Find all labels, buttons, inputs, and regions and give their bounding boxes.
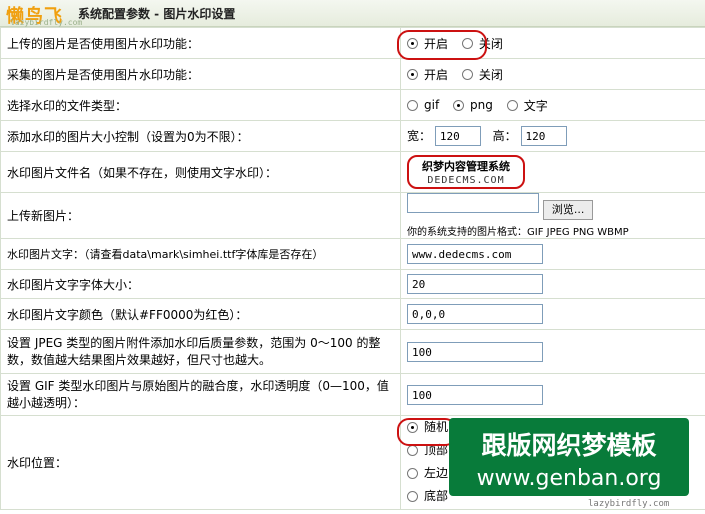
radio-unchecked-icon (407, 467, 418, 479)
row-label: 上传新图片： (0, 192, 401, 239)
radio-type-gif[interactable]: gif (407, 98, 439, 112)
watermark-line1: 跟版网织梦模板 (481, 431, 657, 460)
radio-type-png[interactable]: png (453, 98, 493, 112)
radio-unchecked-icon (506, 99, 518, 111)
row-enable-watermark: 上传的图片是否使用图片水印功能： 开启 关闭 (0, 27, 705, 59)
radio-enable-off[interactable]: 关闭 (461, 35, 503, 52)
watermark-text-input[interactable]: www.dedecms.com (407, 244, 543, 264)
radio-unchecked-icon (461, 37, 473, 49)
row-label: 采集的图片是否使用图片水印功能： (0, 58, 401, 90)
row-label: 水印图片文件名（如果不存在，则使用文字水印）： (0, 151, 401, 193)
row-gif-transparency: 设置 GIF 类型水印图片与原始图片的融合度，水印透明度（0—100，值越小越透… (0, 373, 705, 416)
row-label: 设置 GIF 类型水印图片与原始图片的融合度，水印透明度（0—100，值越小越透… (0, 373, 401, 416)
radio-enable-on[interactable]: 开启 (407, 35, 448, 52)
watermark-preview-image: 织梦内容管理系统 DEDECMS.COM (407, 155, 525, 189)
row-collect-watermark: 采集的图片是否使用图片水印功能： 开启 关闭 (0, 58, 705, 90)
preview-line2: DEDECMS.COM (427, 175, 505, 186)
watermark-sub: lazybirdfly.com (588, 499, 670, 509)
jpeg-quality-input[interactable]: 100 (407, 341, 543, 362)
row-label: 设置 JPEG 类型的图片附件添加水印后质量参数，范围为 0～100 的整数，数… (0, 329, 401, 374)
row-label: 水印图片文字字体大小： (0, 269, 401, 299)
row-upload: 上传新图片： 浏览... 你的系统支持的图片格式：GIF JPEG PNG WB… (0, 192, 705, 239)
row-jpeg-quality: 设置 JPEG 类型的图片附件添加水印后质量参数，范围为 0～100 的整数，数… (0, 329, 705, 374)
browse-button[interactable]: 浏览... (542, 200, 594, 220)
supported-formats: 你的系统支持的图片格式：GIF JPEG PNG WBMP (407, 227, 629, 238)
row-label: 上传的图片是否使用图片水印功能： (0, 27, 401, 59)
row-watermark-file: 水印图片文件名（如果不存在，则使用文字水印）： 织梦内容管理系统 DEDECMS… (0, 151, 705, 193)
radio-unchecked-icon (407, 444, 418, 456)
row-watermark-type: 选择水印的文件类型： gif png 文字 (0, 89, 705, 121)
radio-unchecked-icon (461, 68, 473, 80)
radio-position-left[interactable]: 左边 (407, 463, 448, 484)
radio-checked-icon (453, 99, 465, 111)
row-label: 水印图片文字颜色（默认#FF0000为红色）： (0, 298, 401, 330)
row-label: 添加水印的图片大小控制（设置为0为不限）： (0, 120, 401, 152)
radio-unchecked-icon (407, 490, 418, 502)
font-size-input[interactable]: 20 (407, 274, 543, 294)
width-label: 宽： (407, 129, 432, 143)
radio-position-random[interactable]: 随机 (407, 417, 448, 438)
radio-checked-icon (407, 421, 418, 433)
watermark-line2: www.genban.org (476, 466, 662, 491)
font-color-input[interactable]: 0,0,0 (407, 304, 543, 324)
row-font-size: 水印图片文字字体大小： 20 (0, 269, 705, 299)
row-label: 水印位置： (0, 415, 401, 510)
height-input[interactable]: 120 (520, 126, 567, 146)
radio-position-top[interactable]: 顶部 (407, 440, 448, 461)
height-label: 高： (492, 129, 517, 143)
radio-checked-icon (407, 68, 418, 80)
radio-position-bottom[interactable]: 底部 (407, 486, 448, 507)
radio-checked-icon (407, 37, 418, 49)
radio-collect-off[interactable]: 关闭 (461, 66, 503, 83)
row-label: 水印图片文字：（请查看data\mark\simhei.ttf字体库是否存在） (0, 238, 401, 270)
width-input[interactable]: 120 (434, 126, 481, 146)
preview-line1: 织梦内容管理系统 (422, 160, 510, 173)
radio-type-text[interactable]: 文字 (506, 97, 548, 114)
radio-collect-on[interactable]: 开启 (407, 66, 448, 83)
title-bar: 懒鸟飞 lazybirdfly.com 系统配置参数 - 图片水印设置 (0, 0, 705, 27)
page-title: 系统配置参数 - 图片水印设置 (78, 6, 236, 21)
genban-watermark-logo: 跟版网织梦模板 www.genban.org (449, 418, 689, 496)
row-size-limit: 添加水印的图片大小控制（设置为0为不限）： 宽： 120 高： 120 (0, 120, 705, 152)
row-watermark-text: 水印图片文字：（请查看data\mark\simhei.ttf字体库是否存在） … (0, 238, 705, 270)
row-label: 选择水印的文件类型： (0, 89, 401, 121)
radio-unchecked-icon (407, 99, 418, 111)
site-logo-url: lazybirdfly.com (10, 18, 83, 27)
row-font-color: 水印图片文字颜色（默认#FF0000为红色）： 0,0,0 (0, 298, 705, 330)
upload-file-input[interactable] (407, 193, 539, 213)
gif-transparency-input[interactable]: 100 (407, 384, 543, 405)
